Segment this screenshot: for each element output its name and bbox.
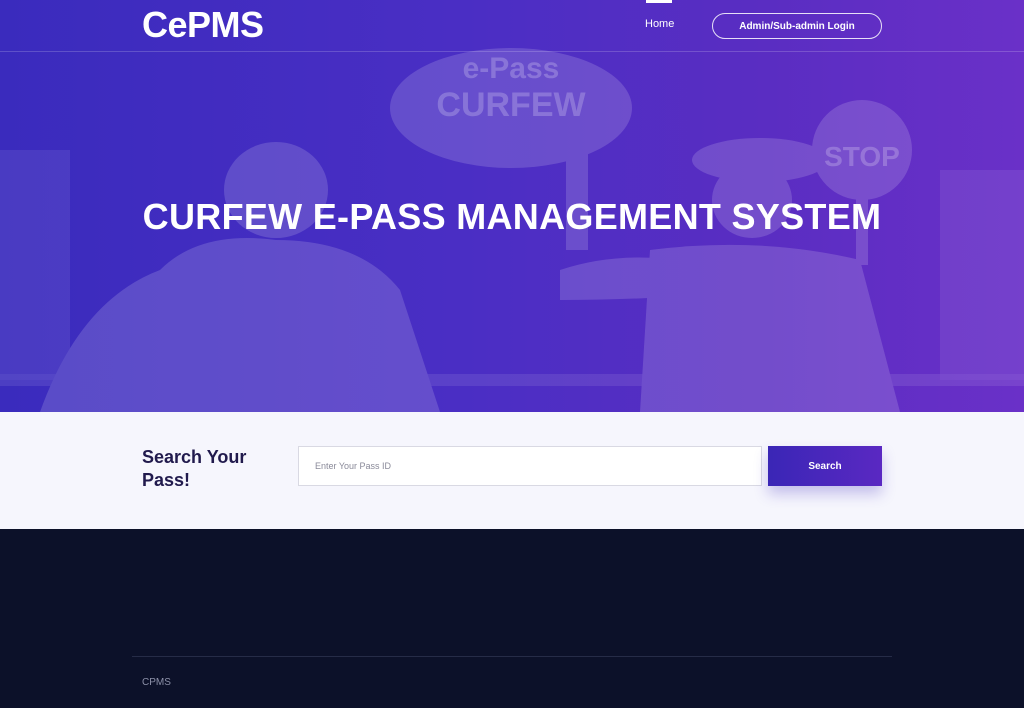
sign-epass-text: e-Pass <box>463 52 560 85</box>
hero-banner: e-Pass CURFEW STOP CePMS Home Admin/Sub-… <box>0 0 1024 412</box>
search-button[interactable]: Search <box>768 446 882 486</box>
site-logo[interactable]: CePMS <box>142 4 264 46</box>
admin-login-button[interactable]: Admin/Sub-admin Login <box>712 13 882 39</box>
stop-sign-text: STOP <box>824 141 900 172</box>
hero-title: CURFEW E-PASS MANAGEMENT SYSTEM <box>142 196 882 237</box>
footer-divider <box>132 656 892 657</box>
search-section: Search Your Pass! Search <box>0 412 1024 529</box>
search-heading: Search Your Pass! <box>142 447 247 490</box>
footer: CPMS <box>0 529 1024 708</box>
pass-id-input[interactable] <box>298 446 762 486</box>
nav-active-indicator <box>646 0 672 3</box>
sign-curfew-text: CURFEW <box>436 86 586 124</box>
top-navbar: CePMS Home Admin/Sub-admin Login <box>0 0 1024 52</box>
footer-copyright: CPMS <box>142 677 171 688</box>
nav-home-link[interactable]: Home <box>645 18 674 30</box>
